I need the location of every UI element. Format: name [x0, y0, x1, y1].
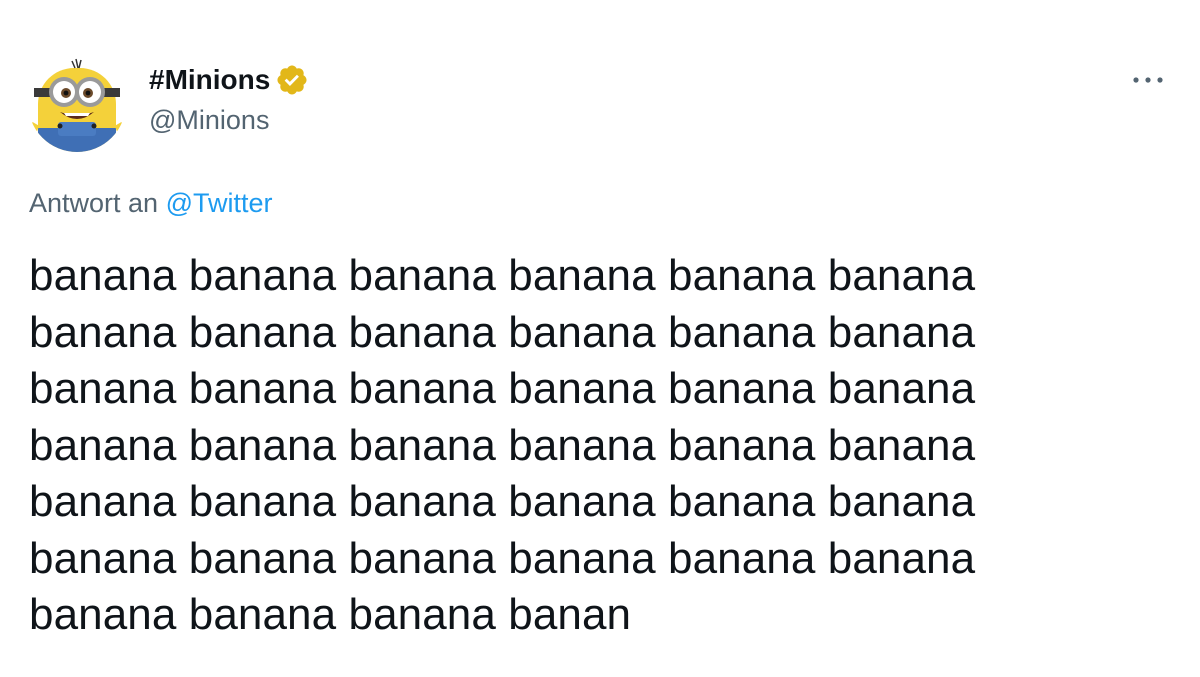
reply-mention-link[interactable]: @Twitter [166, 188, 273, 218]
more-horizontal-icon [1133, 77, 1163, 83]
avatar[interactable] [28, 54, 126, 152]
display-name[interactable]: #Minions [149, 62, 270, 98]
author-handle[interactable]: @Minions [149, 103, 269, 137]
reply-prefix: Antwort an [29, 188, 159, 218]
more-options-button[interactable] [1128, 64, 1168, 96]
minion-avatar-icon [28, 54, 126, 152]
tweet-text: banana banana banana banana banana banan… [29, 251, 976, 639]
author-name-row: #Minions [149, 62, 309, 98]
verified-badge-icon[interactable] [275, 63, 309, 97]
reply-context: Antwort an @Twitter [29, 185, 273, 221]
tweet: #Minions @Minions Antwort an @Twitter ba… [0, 0, 1200, 677]
